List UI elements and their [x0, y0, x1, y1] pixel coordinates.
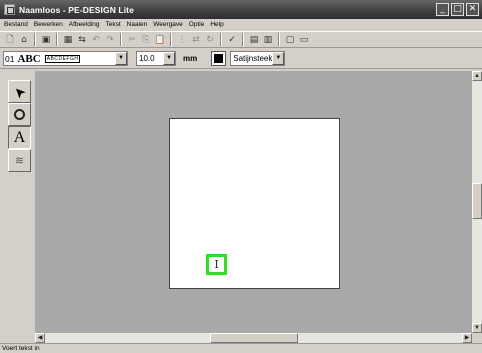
scroll-up-icon[interactable]: ▲	[472, 71, 482, 81]
view-design-icon[interactable]: ▢	[283, 33, 297, 47]
view-realistic-icon[interactable]: ▭	[297, 33, 311, 47]
toolbar-separator	[56, 33, 58, 46]
thread-color-button[interactable]	[211, 51, 227, 66]
thread-color-swatch	[214, 54, 224, 63]
copy-icon[interactable]: ⎘	[139, 33, 153, 47]
chevron-down-icon[interactable]: ▼	[163, 52, 175, 65]
vertical-scroll-thumb[interactable]	[472, 183, 482, 219]
menu-tekst[interactable]: Tekst	[103, 21, 124, 28]
align-icon[interactable]: ⋮	[175, 33, 189, 47]
properties-icon[interactable]: ▥	[261, 33, 275, 47]
status-bar: Voert tekst in	[0, 343, 482, 353]
window-controls: _ □ ✕	[436, 3, 479, 16]
stitch-type-select[interactable]: Satijnsteek ▼	[230, 51, 286, 66]
arrow-pointer-icon: ➤	[9, 81, 30, 102]
stitch-type-value: Satijnsteek	[233, 54, 273, 63]
toolbar-separator	[242, 33, 244, 46]
horizontal-scroll-thumb[interactable]	[210, 333, 298, 343]
close-icon[interactable]: ✕	[466, 3, 479, 16]
size-unit: mm	[183, 54, 198, 63]
menu-afbeelding[interactable]: Afbeelding	[66, 21, 103, 28]
menu-naaien[interactable]: Naaien	[124, 21, 151, 28]
font-sample-small: ABCDEFGH	[44, 54, 81, 63]
title-bar: Naamloos - PE-DESIGN Lite _ □ ✕	[0, 0, 482, 19]
horizontal-scrollbar[interactable]: ◀ ▶	[35, 333, 472, 343]
toolbar-separator	[170, 33, 172, 46]
scroll-down-icon[interactable]: ▼	[472, 323, 482, 333]
chevron-down-icon[interactable]: ▼	[272, 52, 285, 65]
cut-icon[interactable]: ✂	[125, 33, 139, 47]
save-icon[interactable]: ▣	[39, 33, 53, 47]
text-toolbar: 01 ABC ABCDEFGH ▼ 10.0 ▼ mm Satijnsteek …	[0, 49, 482, 69]
app-icon[interactable]	[4, 4, 15, 15]
main-toolbar: 🗋 ⌂ ▣ ▦ ⇆ ↶ ↷ ✂ ⎘ 📋 ⋮ ⇄ ↻ ✓ ▤ ▥ ▢ ▭	[0, 31, 482, 48]
redo-icon[interactable]: ↷	[103, 33, 117, 47]
design-workspace[interactable]: I	[35, 71, 472, 333]
tool-palette: ➤ A ≋	[8, 80, 31, 172]
print-icon[interactable]: ▦	[61, 33, 75, 47]
scroll-right-icon[interactable]: ▶	[462, 333, 472, 343]
text-size-value: 10.0	[139, 54, 155, 63]
menu-bestand[interactable]: Bestand	[1, 21, 31, 28]
menu-optie[interactable]: Optie	[186, 21, 208, 28]
chevron-down-icon[interactable]: ▼	[115, 52, 127, 65]
text-cursor-glyph: I	[214, 258, 219, 271]
flip-icon[interactable]: ⇄	[189, 33, 203, 47]
text-a-icon: A	[13, 128, 26, 146]
window-title: Naamloos - PE-DESIGN Lite	[19, 4, 134, 15]
minimize-icon[interactable]: _	[436, 3, 449, 16]
stitch-icon: ≋	[14, 154, 25, 167]
text-size-select[interactable]: 10.0 ▼	[136, 51, 176, 66]
undo-icon[interactable]: ↶	[89, 33, 103, 47]
menu-bewerken[interactable]: Bewerken	[31, 21, 66, 28]
menu-bar: Bestand Bewerken Afbeelding Tekst Naaien…	[0, 19, 482, 30]
rotate-icon[interactable]: ↻	[203, 33, 217, 47]
preview-icon[interactable]: ▤	[247, 33, 261, 47]
magnifier-icon	[14, 109, 25, 120]
menu-weergave[interactable]: Weergave	[150, 21, 186, 28]
font-number: 01	[5, 53, 15, 64]
maximize-icon[interactable]: □	[451, 3, 464, 16]
text-tool[interactable]: A	[8, 126, 31, 149]
stitch-tool[interactable]: ≋	[8, 149, 31, 172]
toolbar-separator	[34, 33, 36, 46]
toolbar-separator	[120, 33, 122, 46]
menu-help[interactable]: Help	[207, 21, 226, 28]
transfer-icon[interactable]: ⇆	[75, 33, 89, 47]
toolbar-separator	[278, 33, 280, 46]
check-spelling-icon[interactable]: ✓	[225, 33, 239, 47]
embroidery-hoop-area[interactable]	[169, 118, 340, 289]
new-file-icon[interactable]: 🗋	[3, 33, 17, 47]
zoom-tool[interactable]	[8, 103, 31, 126]
scroll-left-icon[interactable]: ◀	[35, 333, 45, 343]
paste-icon[interactable]: 📋	[153, 33, 167, 47]
status-text: Voert tekst in	[2, 345, 40, 352]
open-file-icon[interactable]: ⌂	[17, 33, 31, 47]
toolbar-separator	[220, 33, 222, 46]
scrollbar-corner	[472, 333, 482, 343]
select-tool[interactable]: ➤	[8, 80, 31, 103]
font-sample-large: ABC	[17, 52, 41, 65]
font-select[interactable]: 01 ABC ABCDEFGH ▼	[3, 51, 128, 66]
vertical-scrollbar[interactable]: ▲ ▼	[472, 71, 482, 333]
text-cursor-icon: I	[206, 254, 227, 275]
